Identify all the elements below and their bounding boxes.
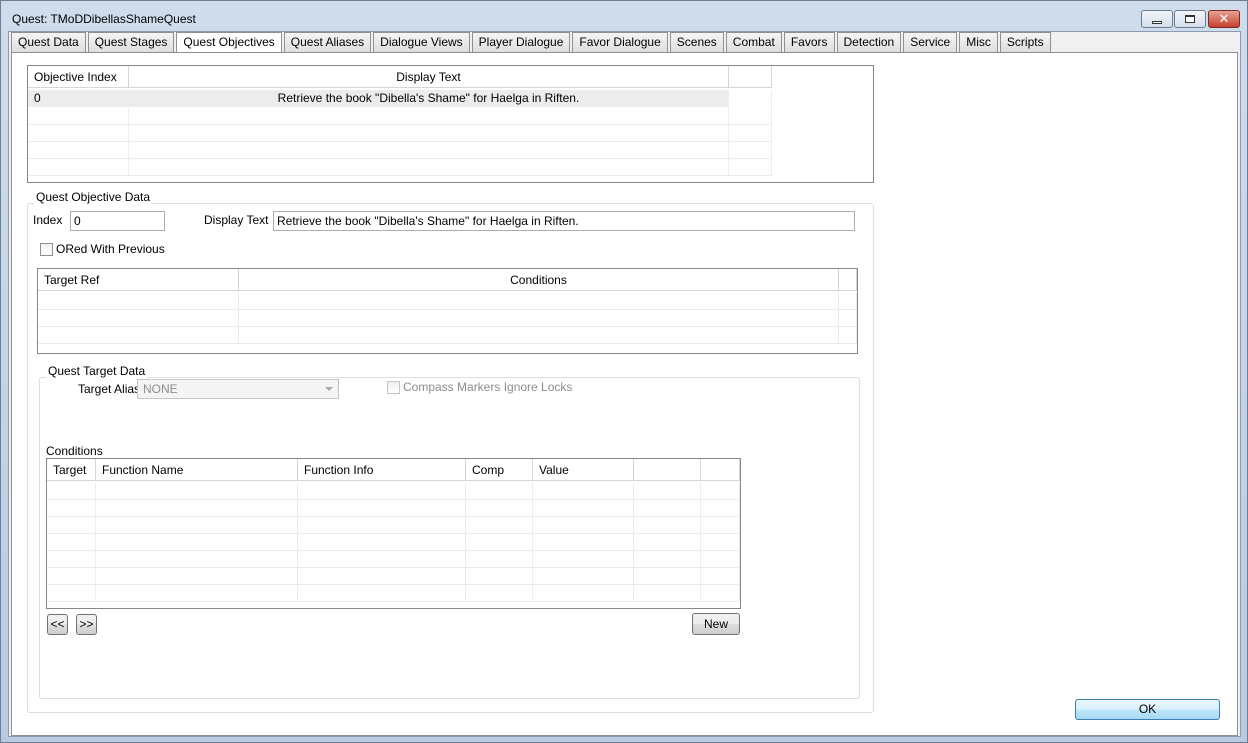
- next-condition-button[interactable]: >>: [76, 614, 97, 635]
- objectives-table-header: Objective Index Display Text: [28, 66, 772, 88]
- tab-quest-objectives[interactable]: Quest Objectives: [176, 32, 282, 54]
- empty-row: [47, 483, 740, 500]
- quest-target-data-label: Quest Target Data: [46, 364, 148, 378]
- quest-objective-data-label: Quest Objective Data: [34, 190, 153, 204]
- empty-row: [47, 568, 740, 585]
- empty-row: [47, 534, 740, 551]
- column-comp[interactable]: Comp: [466, 459, 533, 481]
- targets-table-header: Target Ref Conditions: [38, 269, 857, 291]
- target-alias-value: NONE: [143, 382, 178, 396]
- column-filler: [729, 66, 772, 88]
- empty-row: [47, 585, 740, 602]
- tab-service[interactable]: Service: [903, 32, 958, 52]
- target-alias-dropdown[interactable]: NONE: [137, 379, 339, 399]
- minimize-icon: [1152, 20, 1162, 24]
- empty-row: [28, 125, 772, 142]
- column-function-info[interactable]: Function Info: [298, 459, 466, 481]
- column-extra-2[interactable]: [701, 459, 740, 481]
- column-extra-1[interactable]: [634, 459, 701, 481]
- target-alias-label: Target Alias: [78, 382, 141, 396]
- maximize-icon: [1185, 15, 1195, 23]
- tab-misc[interactable]: Misc: [959, 32, 998, 52]
- column-objective-index[interactable]: Objective Index: [28, 66, 129, 88]
- ored-with-previous-label: ORed With Previous: [56, 242, 165, 256]
- empty-row: [47, 517, 740, 534]
- tab-quest-data[interactable]: Quest Data: [11, 32, 86, 52]
- display-text-label: Display Text: [204, 213, 269, 227]
- objective-index-cell: 0: [28, 90, 129, 107]
- close-icon: ✕: [1218, 11, 1230, 27]
- empty-row: [28, 108, 772, 125]
- tab-favors[interactable]: Favors: [783, 32, 835, 52]
- column-display-text[interactable]: Display Text: [129, 66, 729, 88]
- minimize-button[interactable]: [1141, 10, 1173, 28]
- conditions-table-header: Target Function Name Function Info Comp …: [47, 459, 740, 481]
- column-target[interactable]: Target: [47, 459, 96, 481]
- objective-row[interactable]: 0 Retrieve the book "Dibella's Shame" fo…: [28, 90, 772, 107]
- display-text-field[interactable]: [273, 211, 855, 231]
- window-title: Quest: TMoDDibellasShameQuest: [12, 12, 196, 26]
- empty-row: [38, 310, 857, 327]
- empty-row: [28, 142, 772, 159]
- objective-filler-cell: [729, 90, 772, 107]
- empty-row: [47, 551, 740, 568]
- column-filler: [839, 269, 857, 291]
- index-field[interactable]: [70, 211, 165, 231]
- maximize-button[interactable]: [1174, 10, 1206, 28]
- tab-quest-aliases[interactable]: Quest Aliases: [283, 32, 372, 52]
- tab-dialogue-views[interactable]: Dialogue Views: [373, 32, 470, 52]
- quest-window: Quest: TMoDDibellasShameQuest ✕ Quest Da…: [0, 0, 1248, 743]
- dialog-client: Quest Data Quest Stages Quest Objectives…: [8, 31, 1241, 737]
- empty-row: [47, 500, 740, 517]
- tab-scenes[interactable]: Scenes: [669, 32, 724, 52]
- objective-display-text-cell: Retrieve the book "Dibella's Shame" for …: [129, 90, 729, 107]
- previous-condition-button[interactable]: <<: [47, 614, 68, 635]
- empty-row: [38, 293, 857, 310]
- column-conditions[interactable]: Conditions: [239, 269, 839, 291]
- empty-row: [38, 327, 857, 344]
- ok-button[interactable]: OK: [1075, 699, 1220, 720]
- index-label: Index: [33, 213, 63, 227]
- ored-with-previous-checkbox[interactable]: [40, 243, 53, 256]
- objectives-table[interactable]: Objective Index Display Text 0 Retrieve …: [27, 65, 874, 183]
- dropdown-arrow-icon: [325, 387, 333, 391]
- title-bar[interactable]: Quest: TMoDDibellasShameQuest ✕: [1, 1, 1247, 31]
- tab-detection[interactable]: Detection: [836, 32, 902, 52]
- compass-markers-label: Compass Markers Ignore Locks: [403, 380, 573, 394]
- column-value[interactable]: Value: [533, 459, 634, 481]
- tab-player-dialogue[interactable]: Player Dialogue: [471, 32, 571, 52]
- objectives-tab-page: Objective Index Display Text 0 Retrieve …: [11, 52, 1238, 736]
- new-condition-button[interactable]: New: [692, 613, 740, 635]
- targets-table[interactable]: Target Ref Conditions: [37, 268, 858, 354]
- tab-scripts[interactable]: Scripts: [999, 32, 1051, 52]
- tab-quest-stages[interactable]: Quest Stages: [87, 32, 175, 52]
- empty-row: [28, 159, 772, 176]
- close-button[interactable]: ✕: [1208, 10, 1240, 28]
- conditions-label: Conditions: [46, 444, 103, 458]
- column-target-ref[interactable]: Target Ref: [38, 269, 239, 291]
- compass-markers-checkbox[interactable]: [387, 381, 400, 394]
- tab-favor-dialogue[interactable]: Favor Dialogue: [572, 32, 668, 52]
- tab-strip: Quest Data Quest Stages Quest Objectives…: [11, 32, 1053, 54]
- column-function-name[interactable]: Function Name: [96, 459, 298, 481]
- conditions-table[interactable]: Target Function Name Function Info Comp …: [46, 458, 741, 609]
- tab-combat[interactable]: Combat: [725, 32, 782, 52]
